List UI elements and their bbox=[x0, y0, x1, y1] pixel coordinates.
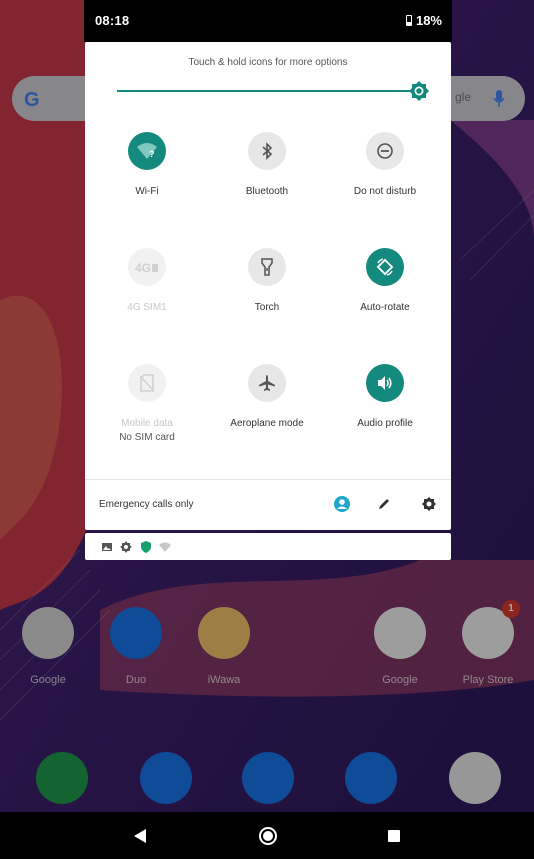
tile-label: Audio profile bbox=[357, 418, 413, 429]
tile-label: Torch bbox=[254, 302, 280, 313]
notification-icons-strip[interactable] bbox=[85, 533, 451, 560]
battery-icon bbox=[405, 15, 412, 26]
back-icon[interactable] bbox=[130, 826, 150, 846]
brightness-slider[interactable] bbox=[117, 90, 417, 92]
battery-status: 18% bbox=[405, 13, 442, 28]
navigation-bar bbox=[0, 812, 534, 859]
tile-torch[interactable]: Torch bbox=[208, 248, 328, 338]
svg-text:?: ? bbox=[149, 149, 155, 159]
tile-label: Auto-rotate bbox=[360, 302, 410, 313]
settings-icon bbox=[120, 541, 132, 553]
shield-icon bbox=[141, 541, 151, 553]
quick-settings-panel: Touch & hold icons for more options ? Wi… bbox=[85, 42, 451, 530]
do-not-disturb-icon bbox=[366, 132, 404, 170]
status-time: 08:18 bbox=[95, 13, 130, 28]
quick-settings-hint: Touch & hold icons for more options bbox=[188, 57, 348, 68]
settings-icon[interactable] bbox=[418, 493, 440, 515]
audio-profile-icon bbox=[366, 364, 404, 402]
bluetooth-icon bbox=[248, 132, 286, 170]
tile-sublabel: No SIM card bbox=[119, 432, 175, 443]
svg-text:4G: 4G bbox=[135, 261, 151, 275]
recents-icon[interactable] bbox=[384, 826, 404, 846]
tile-do-not-disturb[interactable]: Do not disturb bbox=[326, 132, 446, 222]
tile-label: Aeroplane mode bbox=[230, 418, 304, 429]
brightness-icon[interactable] bbox=[408, 80, 430, 102]
wifi-question-icon: ? bbox=[128, 132, 166, 170]
quick-settings-divider bbox=[85, 479, 451, 480]
image-icon bbox=[102, 543, 112, 551]
tile-label: Bluetooth bbox=[245, 186, 289, 197]
tile-mobile-data[interactable]: Mobile data No SIM card bbox=[88, 364, 208, 454]
mobile-data-icon bbox=[128, 364, 166, 402]
tile-wifi[interactable]: ? Wi-Fi bbox=[88, 132, 208, 222]
tile-auto-rotate[interactable]: Auto-rotate bbox=[326, 248, 446, 338]
4g-icon: 4G bbox=[128, 248, 166, 286]
tile-label: 4G SIM1 bbox=[127, 302, 167, 313]
tile-audio-profile[interactable]: Audio profile bbox=[326, 364, 446, 454]
edit-icon[interactable] bbox=[373, 493, 395, 515]
user-icon[interactable] bbox=[331, 493, 353, 515]
emergency-calls-text: Emergency calls only bbox=[99, 499, 194, 510]
tile-label: Do not disturb bbox=[353, 186, 417, 197]
status-bar: 08:18 18% bbox=[84, 0, 452, 42]
battery-percent: 18% bbox=[415, 13, 442, 28]
tile-label: Wi-Fi bbox=[135, 186, 159, 197]
tile-aeroplane-mode[interactable]: Aeroplane mode bbox=[208, 364, 328, 454]
tile-label: Mobile data bbox=[121, 418, 173, 429]
wifi-icon bbox=[159, 542, 171, 552]
torch-icon bbox=[248, 248, 286, 286]
tile-4g-sim1[interactable]: 4G 4G SIM1 bbox=[88, 248, 208, 338]
auto-rotate-icon bbox=[366, 248, 404, 286]
tile-bluetooth[interactable]: Bluetooth bbox=[208, 132, 328, 222]
airplane-icon bbox=[248, 364, 286, 402]
home-icon[interactable] bbox=[258, 826, 278, 846]
